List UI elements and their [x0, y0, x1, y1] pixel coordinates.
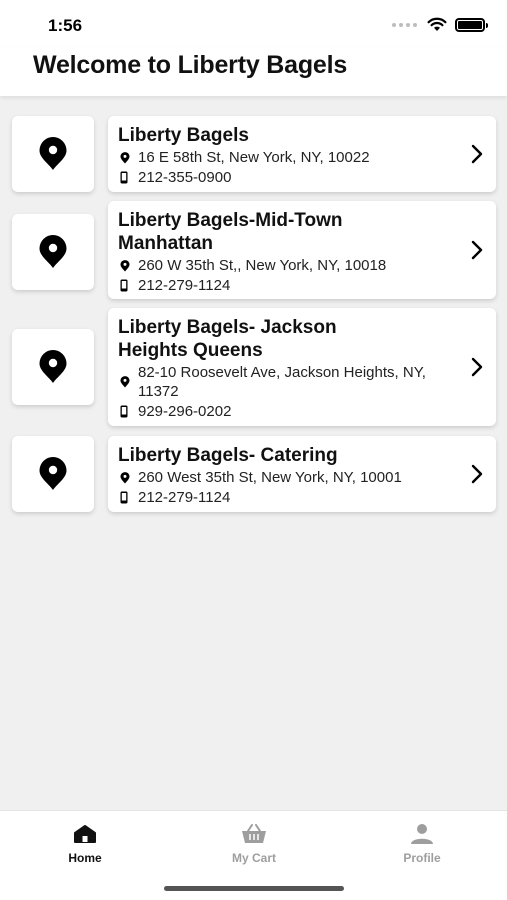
location-address: 260 West 35th St, New York, NY, 10001 — [138, 469, 402, 486]
status-indicators — [392, 17, 488, 32]
phone-line: 212-279-1124 — [118, 276, 458, 295]
location-pin-button[interactable] — [12, 329, 94, 405]
tab-my-cart-label: My Cart — [231, 851, 276, 865]
location-name: Liberty Bagels- Catering — [118, 445, 338, 466]
map-pin-icon — [39, 235, 67, 268]
location-row: Liberty Bagels- Catering 260 West 35th S… — [0, 436, 507, 514]
location-list: Liberty Bagels 16 E 58th St, New York, N… — [0, 116, 507, 514]
phone-icon — [118, 168, 138, 187]
pin-small-icon — [118, 373, 138, 392]
tab-profile[interactable]: Profile — [362, 821, 482, 865]
location-pin-button[interactable] — [12, 116, 94, 192]
pin-small-icon — [118, 468, 138, 487]
location-phone: 212-279-1124 — [138, 277, 231, 294]
tab-home-label: Home — [68, 851, 102, 865]
phone-line: 929-296-0202 — [118, 402, 462, 421]
header: Welcome to Liberty Bagels — [0, 48, 507, 96]
location-pin-button[interactable] — [12, 436, 94, 512]
tab-my-cart[interactable]: My Cart — [194, 821, 314, 865]
address-line: 16 E 58th St, New York, NY, 10022 — [118, 148, 456, 167]
home-icon — [25, 821, 145, 847]
location-address: 16 E 58th St, New York, NY, 10022 — [138, 149, 370, 166]
map-pin-icon — [39, 137, 67, 170]
location-name: Liberty Bagels — [118, 125, 249, 146]
map-pin-icon — [39, 457, 67, 490]
chevron-right-icon — [471, 357, 483, 377]
location-name: Liberty Bagels-Mid-Town Manhattan — [118, 210, 343, 254]
location-address: 82-10 Roosevelt Ave, Jackson Heights, NY… — [138, 364, 426, 400]
address-line: 260 W 35th St,, New York, NY, 10018 — [118, 256, 458, 275]
phone-icon — [118, 488, 138, 507]
location-card[interactable]: Liberty Bagels-Mid-Town Manhattan 260 W … — [108, 201, 496, 299]
location-pin-button[interactable] — [12, 214, 94, 290]
location-row: Liberty Bagels 16 E 58th St, New York, N… — [0, 116, 507, 193]
location-row: Liberty Bagels-Mid-Town Manhattan 260 W … — [0, 201, 507, 306]
location-phone: 929-296-0202 — [138, 403, 232, 420]
battery-icon — [455, 17, 488, 32]
address-line: 260 West 35th St, New York, NY, 10001 — [118, 468, 462, 487]
phone-line: 212-279-1124 — [118, 488, 462, 507]
basket-icon — [194, 821, 314, 847]
signal-icon — [392, 22, 417, 27]
tab-profile-label: Profile — [403, 851, 441, 865]
pin-small-icon — [118, 148, 138, 167]
location-card[interactable]: Liberty Bagels 16 E 58th St, New York, N… — [108, 116, 496, 192]
chevron-right-icon — [471, 464, 483, 484]
address-line: 82-10 Roosevelt Ave, Jackson Heights, NY… — [118, 363, 462, 401]
status-bar: 1:56 — [0, 0, 507, 48]
location-card[interactable]: Liberty Bagels- Jackson Heights Queens 8… — [108, 308, 496, 426]
chevron-right-icon — [471, 240, 483, 260]
status-time: 1:56 — [48, 16, 83, 35]
location-phone: 212-355-0900 — [138, 169, 232, 186]
pin-small-icon — [118, 256, 138, 275]
location-address: 260 W 35th St,, New York, NY, 10018 — [138, 257, 387, 274]
page-title: Welcome to Liberty Bagels — [33, 51, 348, 79]
phone-line: 212-355-0900 — [118, 168, 456, 187]
tab-home[interactable]: Home — [25, 821, 145, 865]
location-row: Liberty Bagels- Jackson Heights Queens 8… — [0, 308, 507, 428]
location-phone: 212-279-1124 — [138, 489, 231, 506]
map-pin-icon — [39, 350, 67, 383]
chevron-right-icon — [471, 144, 483, 164]
location-name: Liberty Bagels- Jackson Heights Queens — [118, 317, 337, 361]
phone-icon — [118, 402, 138, 421]
location-card[interactable]: Liberty Bagels- Catering 260 West 35th S… — [108, 436, 496, 512]
home-indicator[interactable] — [164, 886, 344, 891]
person-icon — [362, 821, 482, 847]
wifi-icon — [427, 17, 447, 31]
phone-icon — [118, 276, 138, 295]
